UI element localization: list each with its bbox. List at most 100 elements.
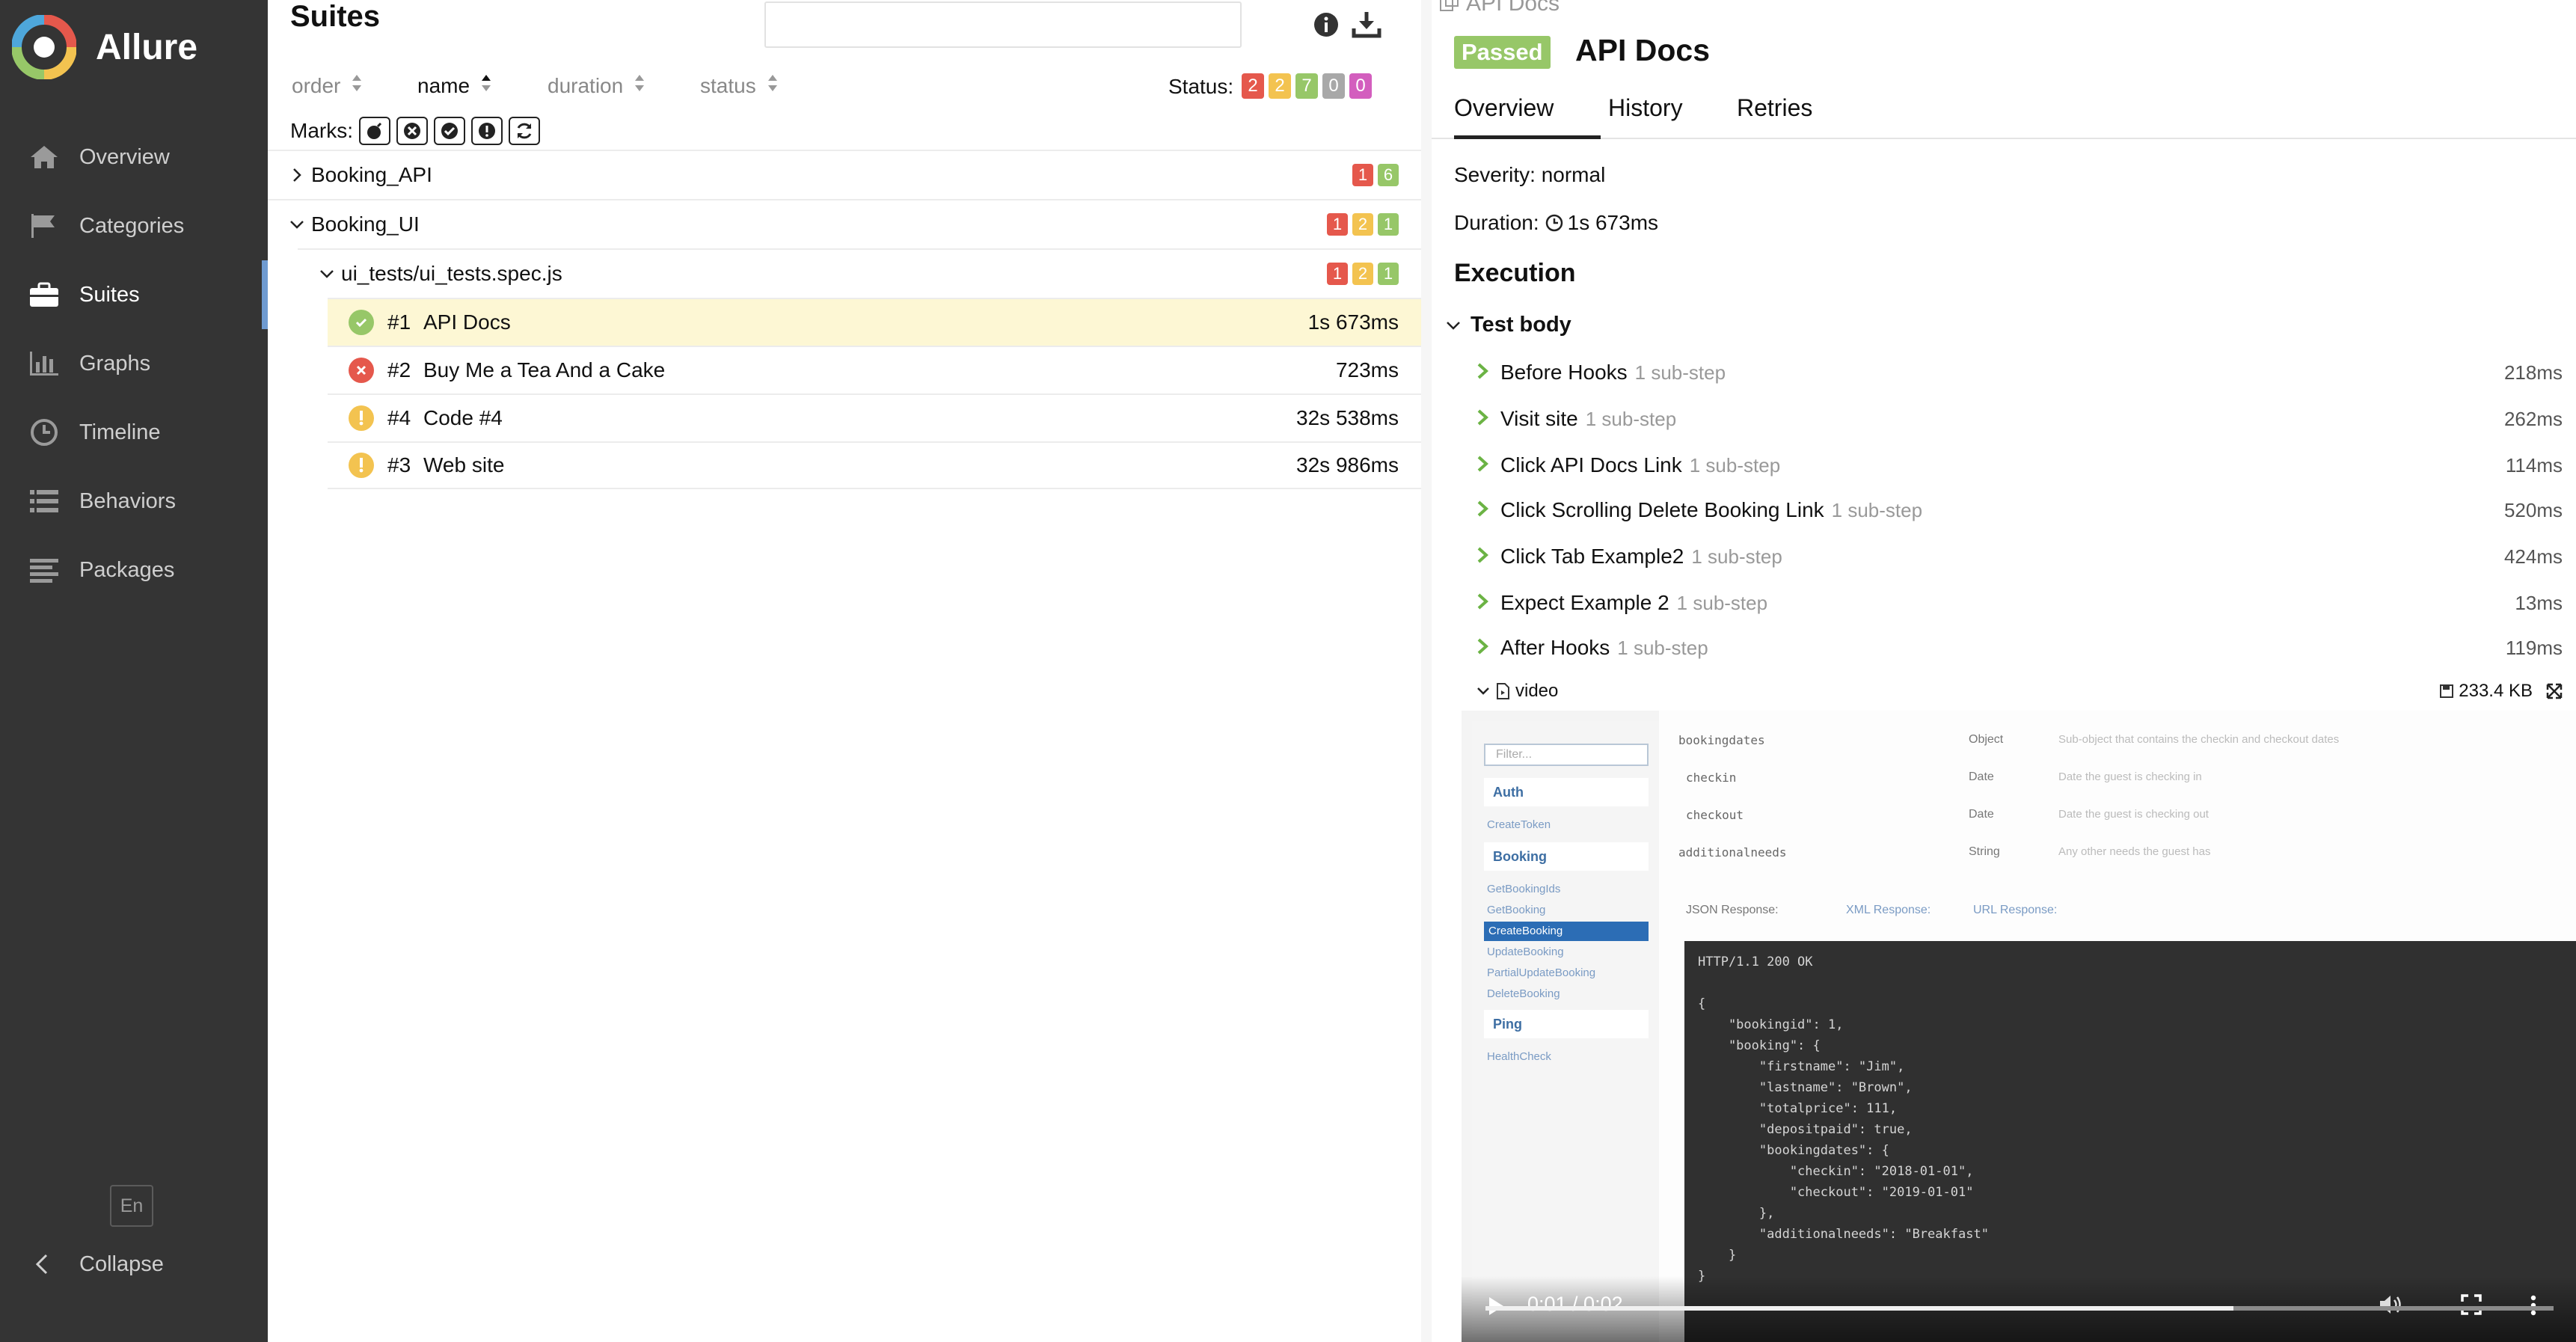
sort-duration[interactable]: duration bbox=[548, 73, 645, 98]
status-badge-passed[interactable]: 7 bbox=[1295, 73, 1318, 99]
collapse-button[interactable]: Collapse bbox=[0, 1242, 164, 1287]
duration-label: Duration: bbox=[1454, 211, 1539, 234]
tab-retries[interactable]: Retries bbox=[1737, 94, 1812, 139]
video-section-auth: Auth bbox=[1484, 778, 1649, 806]
status-label: Status: bbox=[1168, 75, 1234, 98]
bar-chart-icon bbox=[27, 349, 61, 379]
video-field: additionalneeds bbox=[1678, 845, 1787, 860]
video-response-tab: URL Response: bbox=[1973, 904, 2058, 916]
step-row[interactable]: After Hooks 1 sub-step 119ms bbox=[1476, 631, 2563, 664]
test-row[interactable]: #1 API Docs 1s 673ms bbox=[328, 298, 1421, 346]
step-substeps: 1 sub-step bbox=[1676, 591, 1768, 614]
step-row[interactable]: Click API Docs Link 1 sub-step 114ms bbox=[1476, 449, 2563, 482]
count-badge: 1 bbox=[1327, 263, 1348, 285]
step-row[interactable]: Click Tab Example2 1 sub-step 424ms bbox=[1476, 540, 2563, 573]
test-row[interactable]: #4 Code #4 32s 538ms bbox=[328, 393, 1421, 441]
test-duration: 32s 986ms bbox=[1296, 453, 1399, 477]
exclamation-circle-icon[interactable] bbox=[471, 117, 503, 145]
group-badges: 1 2 1 bbox=[1327, 263, 1399, 285]
step-duration: 520ms bbox=[2503, 498, 2563, 521]
tree-group-row[interactable]: ui_tests/ui_tests.spec.js 1 2 1 bbox=[298, 248, 1421, 298]
count-badge: 1 bbox=[1327, 213, 1348, 236]
clock-icon bbox=[1545, 214, 1563, 232]
test-row[interactable]: #3 Web site 32s 986ms bbox=[328, 441, 1421, 489]
step-row[interactable]: Expect Example 2 1 sub-step 13ms bbox=[1476, 586, 2563, 619]
group-badges: 1 2 1 bbox=[1327, 213, 1399, 236]
language-switch[interactable]: En bbox=[110, 1185, 153, 1227]
execution-heading: Execution bbox=[1454, 259, 1576, 287]
video-link: GetBookingIds bbox=[1487, 883, 1561, 895]
step-name: After Hooks bbox=[1500, 636, 1610, 659]
video-desc: Date the guest is checking in bbox=[2058, 770, 2202, 783]
download-icon[interactable] bbox=[1349, 7, 1384, 42]
group-name: Booking_API bbox=[311, 163, 432, 186]
pane-splitter[interactable] bbox=[1421, 0, 1432, 1342]
sidebar-item-packages[interactable]: Packages bbox=[0, 536, 268, 604]
bomb-icon[interactable] bbox=[359, 117, 390, 145]
status-badge-unknown[interactable]: 0 bbox=[1349, 73, 1372, 99]
brand[interactable]: Allure bbox=[12, 13, 197, 81]
attachment-header[interactable]: video 233.4 KB bbox=[1476, 678, 2563, 705]
tree-group-row[interactable]: Booking_UI 1 2 1 bbox=[268, 199, 1421, 248]
sidebar-item-categories[interactable]: Categories bbox=[0, 192, 268, 260]
step-row[interactable]: Click Scrolling Delete Booking Link 1 su… bbox=[1476, 494, 2563, 527]
status-badge: Passed bbox=[1454, 36, 1551, 69]
step-substeps: 1 sub-step bbox=[1689, 453, 1781, 477]
test-title: API Docs bbox=[1575, 33, 1710, 67]
sidebar-item-behaviors[interactable]: Behaviors bbox=[0, 467, 268, 536]
detail-tabs: Overview History Retries bbox=[1432, 87, 2576, 139]
test-name: Code #4 bbox=[423, 406, 503, 429]
tree-group-row[interactable]: Booking_API 1 6 bbox=[268, 150, 1421, 199]
marks-label: Marks: bbox=[290, 119, 353, 142]
sort-icon bbox=[634, 73, 645, 98]
video-response-tab: JSON Response: bbox=[1686, 904, 1779, 916]
video-field: bookingdates bbox=[1678, 733, 1765, 747]
briefcase-icon bbox=[27, 280, 61, 310]
video-desc: Any other needs the guest has bbox=[2058, 845, 2211, 858]
test-row[interactable]: #2 Buy Me a Tea And a Cake 723ms bbox=[328, 346, 1421, 393]
refresh-icon[interactable] bbox=[509, 117, 540, 145]
sidebar-item-suites[interactable]: Suites bbox=[0, 260, 268, 329]
status-filter: 2 2 7 0 0 bbox=[1242, 73, 1372, 99]
step-substeps: 1 sub-step bbox=[1691, 545, 1782, 568]
step-row[interactable]: Visit site 1 sub-step 262ms bbox=[1476, 402, 2563, 435]
video-player[interactable]: Filter... Auth CreateToken Booking GetBo… bbox=[1462, 711, 2576, 1342]
status-badge-broken[interactable]: 2 bbox=[1269, 73, 1291, 99]
video-progress-bar[interactable] bbox=[1485, 1306, 2554, 1311]
status-badge-failed[interactable]: 2 bbox=[1242, 73, 1264, 99]
breadcrumb[interactable]: API Docs bbox=[1439, 0, 1560, 18]
expand-icon[interactable] bbox=[2546, 683, 2563, 699]
tab-overview[interactable]: Overview bbox=[1454, 94, 1601, 139]
test-number: #3 bbox=[387, 453, 411, 477]
step-duration: 13ms bbox=[2515, 591, 2563, 614]
sort-order[interactable]: order bbox=[292, 73, 363, 98]
times-circle-icon[interactable] bbox=[396, 117, 428, 145]
page-title: Suites bbox=[290, 0, 381, 33]
sidebar-item-label: Behaviors bbox=[79, 488, 176, 513]
sidebar-item-overview[interactable]: Overview bbox=[0, 123, 268, 192]
sidebar-item-graphs[interactable]: Graphs bbox=[0, 329, 268, 398]
check-circle-icon[interactable] bbox=[434, 117, 465, 145]
info-icon[interactable] bbox=[1309, 7, 1343, 42]
test-name: Buy Me a Tea And a Cake bbox=[423, 358, 666, 382]
step-row[interactable]: Before Hooks 1 sub-step 218ms bbox=[1476, 356, 2563, 389]
sort-name[interactable]: name bbox=[417, 73, 492, 98]
video-type: Object bbox=[1969, 733, 2004, 746]
sort-label: status bbox=[700, 73, 756, 97]
status-badge-skipped[interactable]: 0 bbox=[1322, 73, 1345, 99]
sidebar-item-timeline[interactable]: Timeline bbox=[0, 398, 268, 467]
video-link: UpdateBooking bbox=[1487, 946, 1564, 958]
test-number: #2 bbox=[387, 358, 411, 382]
step-substeps: 1 sub-step bbox=[1617, 636, 1708, 659]
search-input[interactable] bbox=[764, 1, 1242, 48]
video-progress-fill bbox=[1485, 1306, 2233, 1311]
test-number: #4 bbox=[387, 406, 411, 429]
allure-logo-icon bbox=[12, 15, 76, 79]
video-sidebar: Filter... Auth CreateToken Booking GetBo… bbox=[1472, 721, 1659, 1335]
tab-history[interactable]: History bbox=[1608, 94, 1683, 139]
video-type: String bbox=[1969, 845, 2000, 858]
sort-status[interactable]: status bbox=[700, 73, 779, 98]
severity: Severity: normal bbox=[1454, 163, 1606, 186]
video-desc: Date the guest is checking out bbox=[2058, 808, 2209, 821]
test-body-toggle[interactable]: Test body bbox=[1445, 313, 1571, 337]
